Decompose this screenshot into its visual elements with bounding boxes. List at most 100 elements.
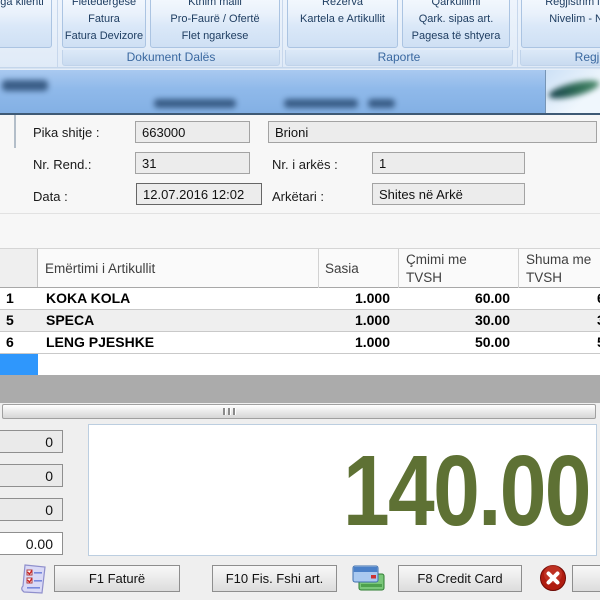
table-row[interactable]: 6 LENG PJESHKE 1.000 50.00 50.00 (0, 332, 600, 354)
horizontal-splitter[interactable] (2, 404, 596, 419)
ribbon-group-raporte: Raporte (285, 50, 513, 66)
ribbon-button-label: Qark. sipas art. (403, 11, 509, 28)
cell-price: 50.00 (398, 332, 510, 354)
ribbon-group-dokument-dales: Dokument Dalës (62, 50, 280, 66)
blurred-info-text (284, 99, 358, 108)
credit-card-icon (352, 565, 388, 593)
table-row[interactable]: 1 KOKA KOLA 1.000 60.00 60.00 (0, 288, 600, 310)
table-header-sum[interactable]: Shuma me TVSH (526, 251, 600, 287)
nr-arkes-label: Nr. i arkës : (272, 157, 338, 172)
document-header-form: Pika shitje : Nr. Rend.: Nr. i arkës : D… (0, 115, 600, 248)
cell-name: KOKA KOLA (38, 288, 318, 310)
ribbon-group-label: Raporte (378, 50, 421, 64)
invoice-note-icon (18, 563, 48, 597)
ribbon-button-label: ga klienti (0, 0, 51, 11)
table-row[interactable]: 5 SPECA 1.000 30.00 30.00 (0, 310, 600, 332)
button-label: F1 Faturë (89, 571, 145, 586)
table-header-row: Emërtimi i Artikullit Sasia Çmimi me TVS… (0, 249, 600, 288)
splitter-grip-icon (223, 408, 226, 415)
ribbon-button-fatura[interactable]: Fletëdërgesë Fatura Fatura Devizore (62, 0, 146, 48)
panel-edge (14, 115, 16, 148)
table-row-empty[interactable] (0, 354, 600, 376)
arketari-input[interactable] (372, 183, 525, 205)
blurred-info-text (154, 99, 236, 108)
divider (0, 213, 600, 214)
summary-field-amount[interactable] (0, 532, 63, 555)
ribbon-toolbar: ga klienti Fletëdërgesë Fatura Fatura De… (0, 0, 600, 70)
button-label: F8 Credit Card (417, 571, 502, 586)
blurred-company-text (2, 80, 48, 91)
ribbon-group-label: Regjistr (575, 50, 600, 64)
summary-field-1[interactable] (0, 430, 63, 453)
cell-rownum: 5 (0, 310, 38, 332)
cell-sum: 50.00 (518, 332, 600, 354)
logo-panel (545, 70, 600, 113)
cell-name: LENG PJESHKE (38, 332, 318, 354)
cell-sum: 60.00 (518, 288, 600, 310)
f10-fshi-art-button[interactable]: F10 Fis. Fshi art. (212, 565, 337, 592)
f8-credit-card-button[interactable]: F8 Credit Card (398, 565, 522, 592)
partial-button[interactable] (572, 565, 600, 592)
items-table: Emërtimi i Artikullit Sasia Çmimi me TVS… (0, 248, 600, 376)
ribbon-button-label: Nivelim - Ndr (522, 11, 600, 28)
close-icon[interactable] (539, 564, 567, 592)
data-label: Data : (33, 189, 68, 204)
ribbon-button-label: Fatura (63, 11, 145, 28)
ribbon-button-label: Kartela e Artikullit (288, 11, 397, 28)
blurred-info-text (368, 99, 395, 108)
arketari-label: Arkëtari : (272, 189, 324, 204)
cell-sum: 30.00 (518, 310, 600, 332)
data-input[interactable] (136, 183, 262, 205)
ribbon-button-label: Fletëdërgesë (63, 0, 145, 11)
ribbon-button-label: Regjistrim i Re (522, 0, 600, 11)
f1-fature-button[interactable]: F1 Faturë (54, 565, 180, 592)
nr-rend-input[interactable] (135, 152, 250, 174)
table-header-price[interactable]: Çmimi me TVSH (406, 251, 491, 287)
payment-summary-panel: 140.00 F1 Faturë F10 Fis. Fshi art. F8 C… (0, 419, 600, 600)
cell-qty: 1.000 (318, 310, 390, 332)
button-label: F10 Fis. Fshi art. (226, 571, 324, 586)
table-overflow-area (0, 375, 600, 403)
ribbon-button-label: Fatura Devizore (63, 28, 145, 45)
summary-field-3[interactable] (0, 498, 63, 521)
nr-arkes-input[interactable] (372, 152, 525, 174)
total-display: 140.00 (88, 424, 597, 556)
selected-row-marker[interactable] (0, 354, 38, 375)
ribbon-button-label: Pro-Faurë / Ofertë (151, 11, 279, 28)
table-header-name[interactable]: Emërtimi i Artikullit (45, 260, 155, 278)
ribbon-group-label: Dokument Dalës (127, 50, 216, 64)
ribbon-button-label: Qarkullimi (403, 0, 509, 11)
total-value: 140.00 (343, 441, 590, 541)
splitter-grip-icon (228, 408, 231, 415)
table-header-rownum[interactable] (0, 249, 38, 287)
ribbon-button-rezerva[interactable]: Rezerva Kartela e Artikullit (287, 0, 398, 48)
ribbon-button-label: Pagesa të shtyera (403, 28, 509, 45)
pika-shitje-label: Pika shitje : (33, 125, 99, 140)
ribbon-button-pagesa-klienti[interactable]: ga klienti (0, 0, 52, 48)
pika-shitje-input[interactable] (135, 121, 250, 143)
table-header-qty[interactable]: Sasia (325, 260, 359, 278)
ribbon-separator (57, 0, 58, 67)
summary-field-2[interactable] (0, 464, 63, 487)
ribbon-button-label: Flet ngarkese (151, 28, 279, 45)
ribbon-button-kthim-malli[interactable]: Kthim malli Pro-Faurë / Ofertë Flet ngar… (150, 0, 280, 48)
title-bar (0, 70, 600, 113)
cell-price: 60.00 (398, 288, 510, 310)
ribbon-button-regjistrim[interactable]: Regjistrim i Re Nivelim - Ndr (521, 0, 600, 48)
cell-qty: 1.000 (318, 288, 390, 310)
ribbon-button-label: Kthim malli (151, 0, 279, 11)
ribbon-button-qarkullimi[interactable]: Qarkullimi Qark. sipas art. Pagesa të sh… (402, 0, 510, 48)
pos-window: { "ribbon": { "buttons": [ {"line1": "ga… (0, 0, 600, 600)
cell-rownum: 1 (0, 288, 38, 310)
splitter-grip-icon (233, 408, 236, 415)
cell-rownum: 6 (0, 332, 38, 354)
ribbon-group-regjistr: Regjistr (520, 50, 600, 66)
ribbon-separator (282, 0, 283, 67)
cell-qty: 1.000 (318, 332, 390, 354)
ribbon-separator (517, 0, 518, 67)
cell-price: 30.00 (398, 310, 510, 332)
nr-rend-label: Nr. Rend.: (33, 157, 92, 172)
ribbon-button-label: Rezerva (288, 0, 397, 11)
pika-shitje-name-input[interactable] (268, 121, 597, 143)
cell-name: SPECA (38, 310, 318, 332)
